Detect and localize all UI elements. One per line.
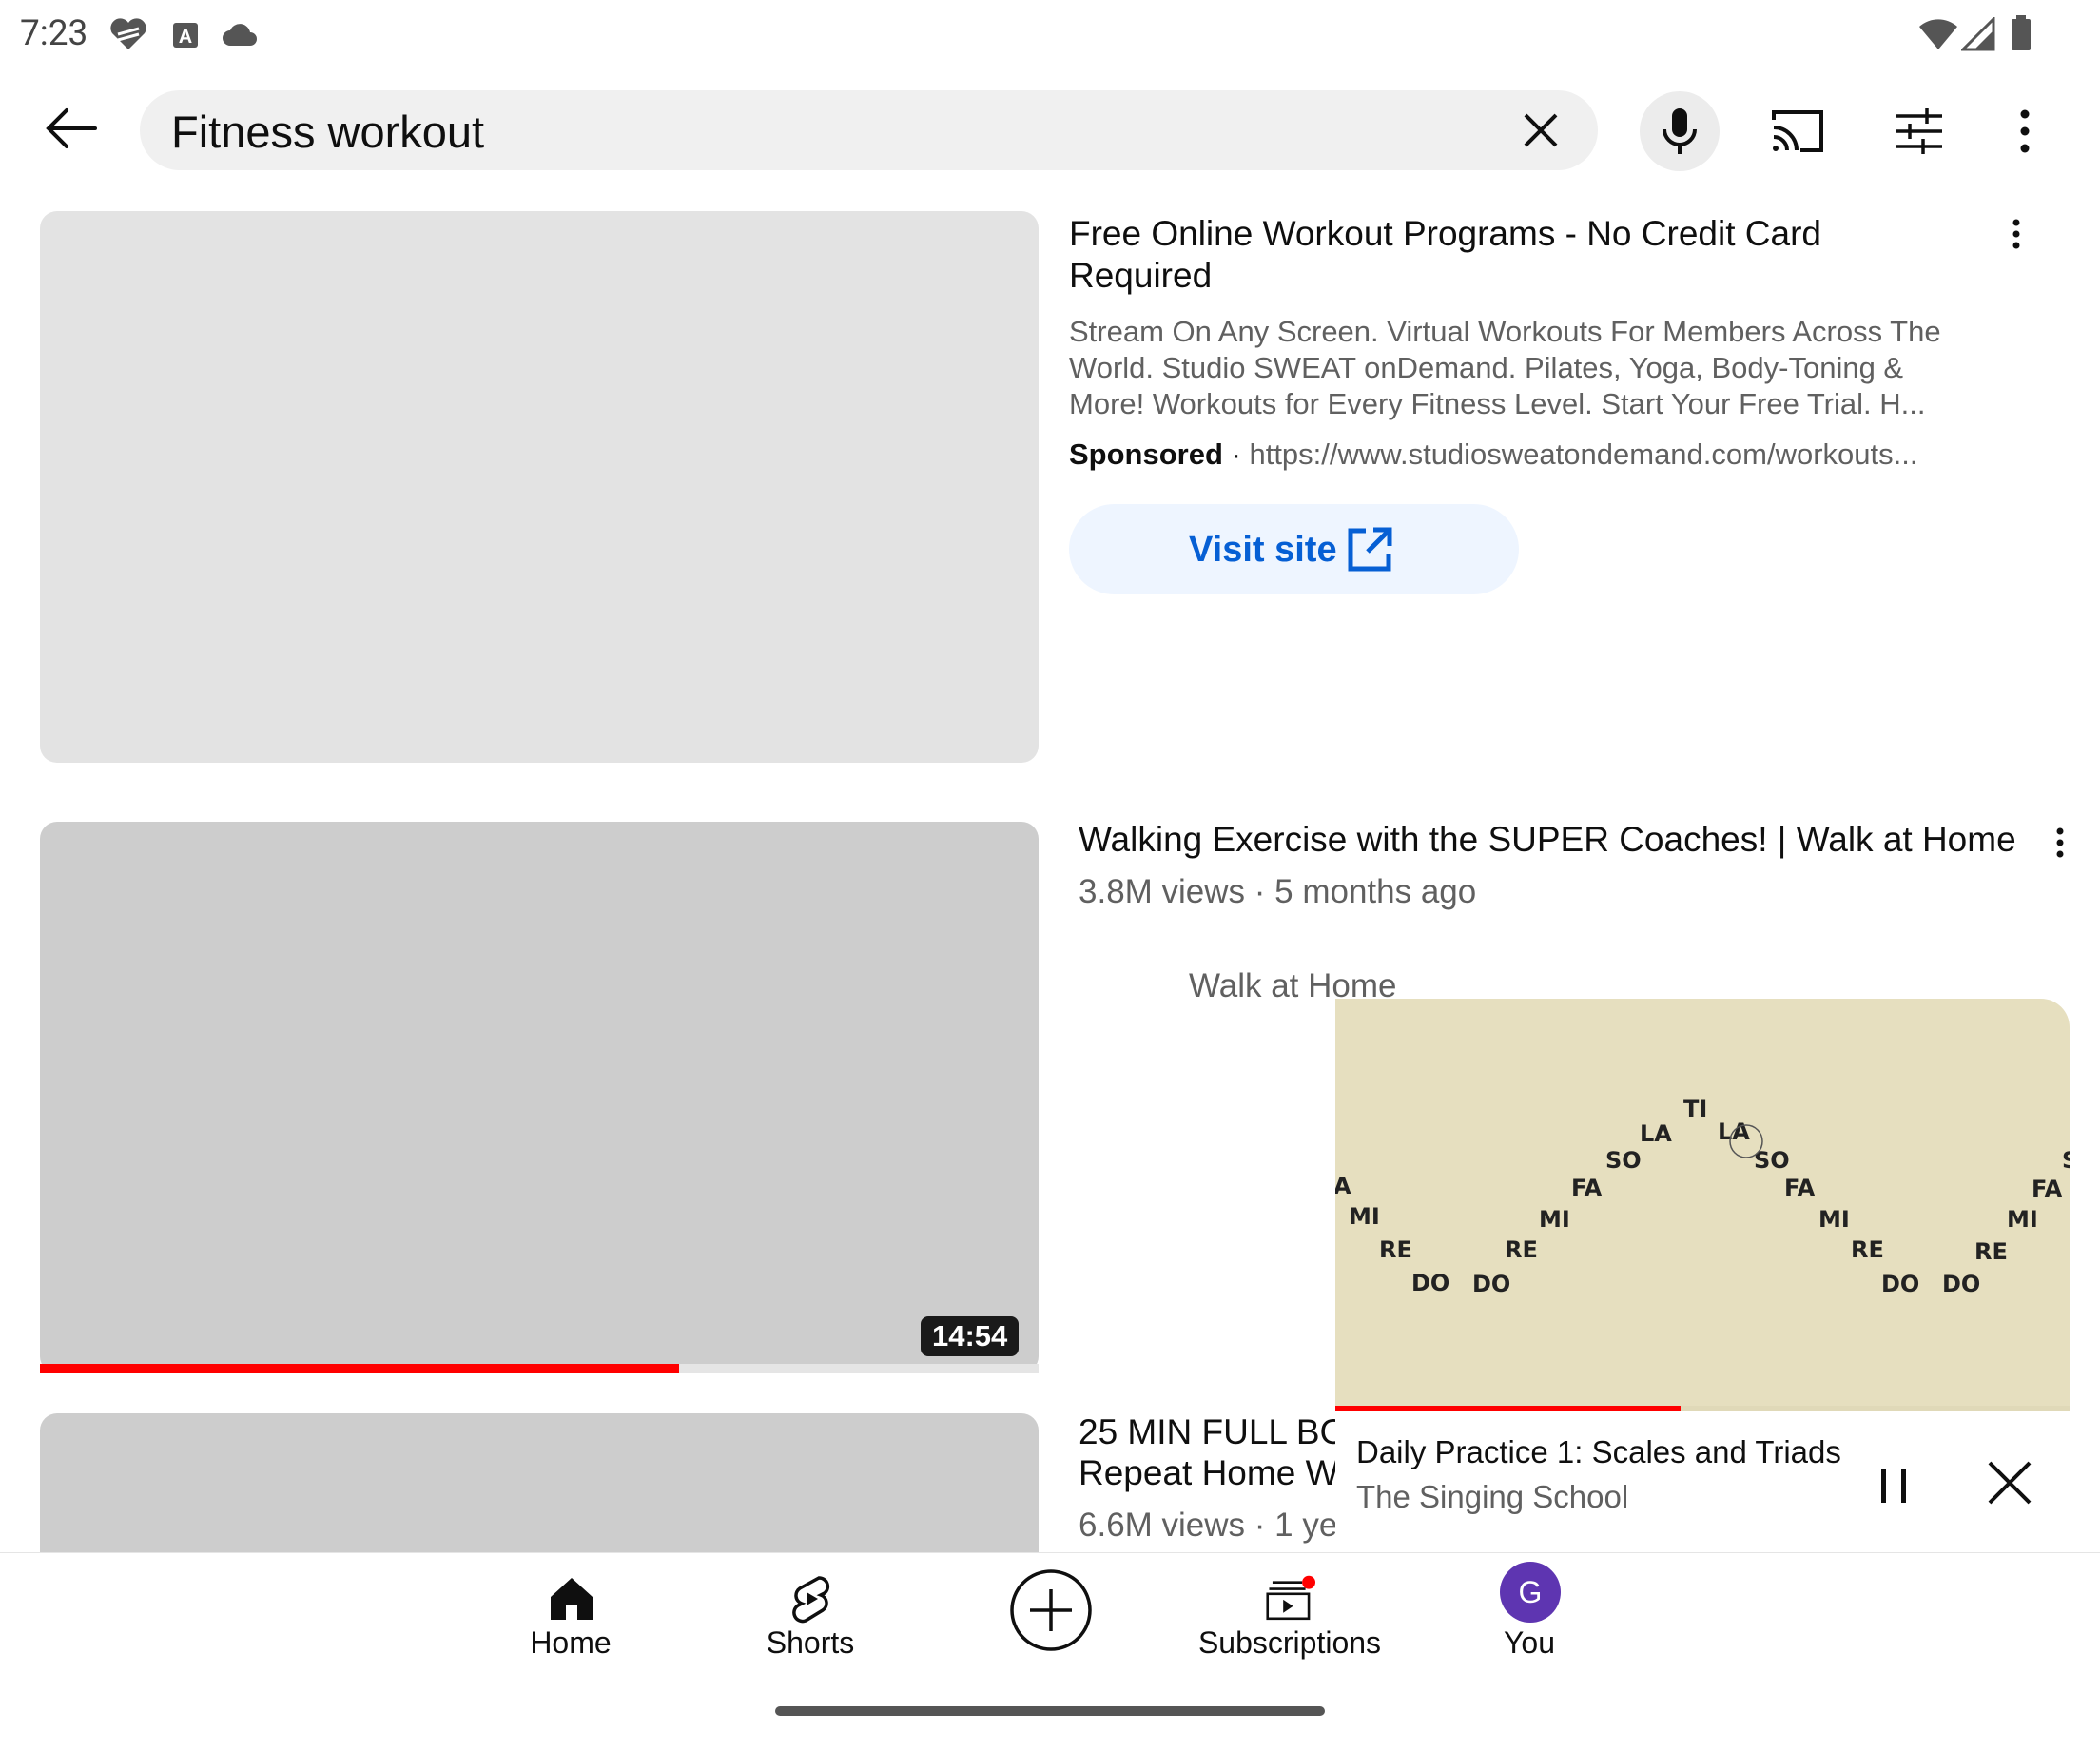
battery-icon bbox=[2012, 15, 2031, 50]
home-icon bbox=[551, 1578, 593, 1620]
solfege-label: FA bbox=[1571, 1175, 1603, 1201]
cast-icon bbox=[1772, 110, 1823, 152]
font-app-icon: A bbox=[173, 23, 198, 48]
solfege-label: TI bbox=[1683, 1096, 1708, 1122]
more-options-button[interactable] bbox=[2009, 105, 2041, 158]
solfege-label: LA bbox=[1640, 1120, 1672, 1147]
create-icon bbox=[1010, 1569, 1092, 1651]
video-more-icon[interactable] bbox=[2045, 826, 2075, 864]
more-vert-icon bbox=[2020, 109, 2030, 153]
mini-player[interactable]: A MI RE DO DO RE MI FA SO LA TI LA SO FA… bbox=[1335, 999, 2070, 1550]
solfege-label: RE bbox=[1505, 1236, 1538, 1263]
watch-progress-bar bbox=[40, 1364, 679, 1373]
nav-create[interactable] bbox=[926, 1553, 1174, 1677]
pointer-circle bbox=[1729, 1124, 1763, 1158]
close-icon bbox=[1988, 1461, 2032, 1505]
home-indicator[interactable] bbox=[775, 1706, 1325, 1716]
ad-more-icon[interactable] bbox=[2001, 217, 2032, 255]
video-meta: 3.8M views · 5 months ago bbox=[1079, 873, 1477, 910]
video-title-line: 25 MIN FULL BO bbox=[1079, 1412, 1335, 1451]
visit-site-label: Visit site bbox=[1189, 530, 1337, 570]
back-button[interactable] bbox=[38, 95, 105, 162]
solfege-label: MI bbox=[2007, 1206, 2038, 1233]
svg-text:A: A bbox=[179, 27, 192, 48]
ad-sponsor-line: Sponsored · https://www.studiosweatondem… bbox=[1069, 438, 1917, 472]
search-box[interactable]: Fitness workout bbox=[140, 90, 1598, 170]
solfege-label: DO bbox=[1881, 1271, 1920, 1297]
microphone-icon bbox=[1662, 108, 1697, 154]
solfege-label: RE bbox=[1379, 1236, 1412, 1263]
sponsored-label: Sponsored bbox=[1069, 438, 1223, 471]
video-thumbnail[interactable] bbox=[40, 822, 1039, 1373]
separator: · bbox=[1222, 438, 1250, 471]
health-app-icon bbox=[110, 18, 146, 49]
solfege-label: MI bbox=[1349, 1203, 1380, 1230]
solfege-label: FA bbox=[2032, 1176, 2063, 1202]
cloud-icon bbox=[223, 24, 257, 46]
arrow-left-icon bbox=[46, 108, 97, 148]
subscriptions-icon bbox=[1266, 1575, 1315, 1621]
status-time: 7:23 bbox=[20, 13, 88, 54]
mini-player-title[interactable]: Daily Practice 1: Scales and Triads bbox=[1356, 1434, 1841, 1470]
nav-subscriptions[interactable]: Subscriptions bbox=[1166, 1553, 1413, 1677]
voice-search-button[interactable] bbox=[1640, 91, 1720, 171]
mini-progress-bar bbox=[1335, 1406, 1681, 1411]
solfege-label: MI bbox=[1818, 1206, 1850, 1233]
solfege-label: RE bbox=[1851, 1236, 1884, 1263]
video-title-line: Repeat Home W bbox=[1079, 1453, 1335, 1492]
nav-label: Home bbox=[530, 1625, 612, 1660]
cast-button[interactable] bbox=[1770, 105, 1827, 158]
visit-site-button[interactable]: Visit site bbox=[1069, 504, 1519, 594]
ad-description: Stream On Any Screen. Virtual Workouts F… bbox=[1069, 315, 1941, 420]
pause-button[interactable] bbox=[1874, 1461, 1915, 1510]
mini-player-channel[interactable]: The Singing School bbox=[1356, 1479, 1628, 1515]
video-title[interactable]: 25 MIN FULL BO Repeat Home W bbox=[1079, 1411, 1335, 1493]
nav-label: You bbox=[1504, 1625, 1555, 1660]
clear-search-button[interactable] bbox=[1520, 109, 1562, 151]
nav-you[interactable]: G You bbox=[1406, 1553, 1653, 1677]
search-input[interactable]: Fitness workout bbox=[171, 106, 484, 158]
solfege-label: MI bbox=[1539, 1206, 1570, 1233]
mini-player-video[interactable]: A MI RE DO DO RE MI FA SO LA TI LA SO FA… bbox=[1335, 999, 2070, 1410]
nav-shorts[interactable]: Shorts bbox=[687, 1553, 934, 1677]
solfege-label: A bbox=[1335, 1173, 1351, 1199]
video-title[interactable]: Walking Exercise with the SUPER Coaches!… bbox=[1079, 820, 2030, 860]
nav-home[interactable]: Home bbox=[447, 1553, 694, 1677]
pause-icon bbox=[1881, 1469, 1906, 1503]
video-meta: 6.6M views · 1 ye bbox=[1079, 1507, 1335, 1544]
wifi-icon bbox=[1919, 19, 1957, 49]
ad-title[interactable]: Free Online Workout Programs - No Credit… bbox=[1069, 213, 1925, 297]
solfege-label: DO bbox=[1472, 1271, 1511, 1297]
solfege-label: FA bbox=[1784, 1175, 1816, 1201]
filter-icon bbox=[1896, 108, 1942, 154]
ad-thumbnail[interactable] bbox=[40, 211, 1039, 763]
external-link-icon bbox=[1348, 527, 1392, 572]
close-mini-player-button[interactable] bbox=[1984, 1457, 2035, 1508]
signal-icon bbox=[1961, 17, 1995, 51]
ad-url[interactable]: https://www.studiosweatondemand.com/work… bbox=[1249, 438, 1917, 471]
avatar: G bbox=[1500, 1562, 1561, 1623]
close-icon bbox=[1524, 113, 1558, 147]
solfege-label: SO bbox=[1605, 1147, 1642, 1174]
nav-label: Shorts bbox=[766, 1625, 855, 1660]
search-filters-button[interactable] bbox=[1895, 105, 1944, 158]
shorts-icon bbox=[792, 1576, 830, 1624]
solfege-label: RE bbox=[1974, 1238, 2008, 1265]
duration-badge: 14:54 bbox=[921, 1316, 1020, 1356]
solfege-label: DO bbox=[1411, 1270, 1450, 1296]
solfege-label: DO bbox=[1942, 1271, 1981, 1297]
solfege-label: S bbox=[2062, 1147, 2070, 1174]
bottom-navigation: Home Shorts Subscriptions G You bbox=[0, 1552, 2100, 1751]
nav-label: Subscriptions bbox=[1197, 1625, 1382, 1660]
